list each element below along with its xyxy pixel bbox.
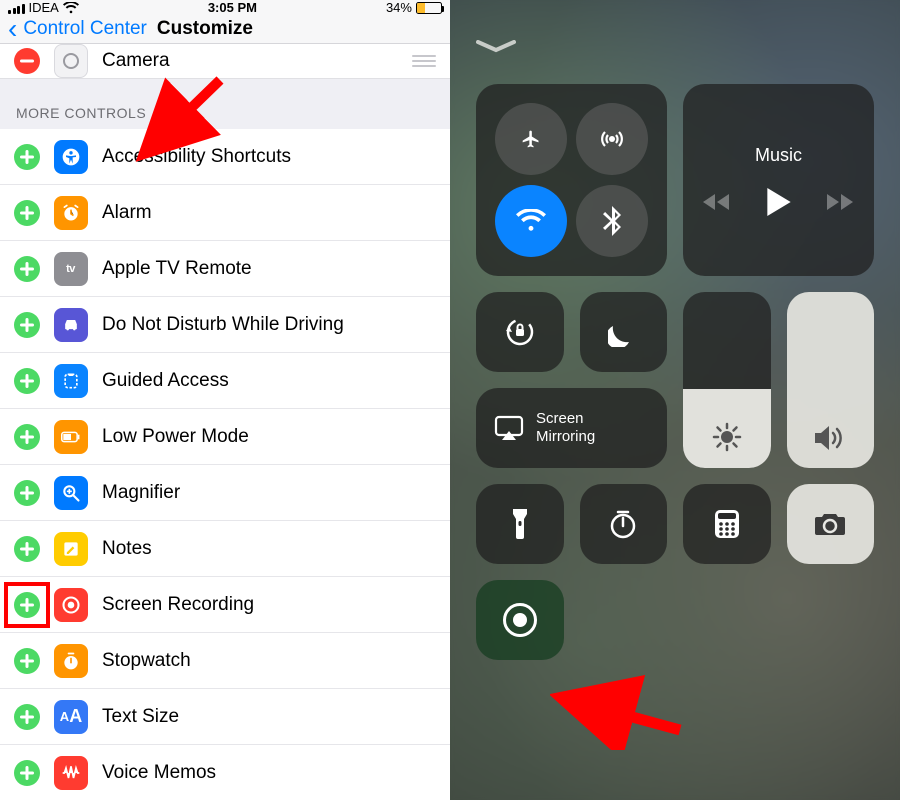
add-button[interactable] bbox=[14, 648, 40, 674]
add-button[interactable] bbox=[14, 200, 40, 226]
add-button[interactable] bbox=[14, 256, 40, 282]
more-control-row: Accessibility Shortcuts bbox=[0, 129, 450, 185]
music-label: Music bbox=[755, 145, 802, 166]
wifi-icon bbox=[63, 2, 79, 14]
play-icon[interactable] bbox=[767, 188, 791, 216]
more-control-row: Do Not Disturb While Driving bbox=[0, 297, 450, 353]
cellular-data-button[interactable] bbox=[576, 103, 648, 175]
more-controls-list: Accessibility Shortcuts Alarm 🣿tv Apple TV … bbox=[0, 129, 450, 800]
lowpower-icon bbox=[54, 420, 88, 454]
back-button[interactable]: Control Center bbox=[23, 18, 147, 40]
guided-icon bbox=[54, 364, 88, 398]
add-button[interactable] bbox=[14, 592, 40, 618]
voice-icon bbox=[54, 756, 88, 790]
control-label: Low Power Mode bbox=[102, 426, 436, 448]
bluetooth-button[interactable] bbox=[576, 185, 648, 257]
drag-handle-icon[interactable] bbox=[412, 55, 436, 67]
control-label: Magnifier bbox=[102, 482, 436, 504]
included-control-row: Camera bbox=[0, 44, 450, 79]
add-button[interactable] bbox=[14, 368, 40, 394]
add-button[interactable] bbox=[14, 760, 40, 786]
stopwatch-icon bbox=[54, 644, 88, 678]
flashlight-button[interactable] bbox=[476, 484, 564, 564]
more-control-row: Voice Memos bbox=[0, 745, 450, 800]
airplay-icon bbox=[494, 415, 524, 441]
control-label: Apple TV Remote bbox=[102, 258, 436, 280]
magnifier-icon bbox=[54, 476, 88, 510]
back-chevron-icon[interactable]: ‹ bbox=[8, 15, 17, 43]
more-control-row: Stopwatch bbox=[0, 633, 450, 689]
more-control-row: 🣿tv Apple TV Remote bbox=[0, 241, 450, 297]
add-button[interactable] bbox=[14, 424, 40, 450]
more-control-row: Guided Access bbox=[0, 353, 450, 409]
more-control-row: Notes bbox=[0, 521, 450, 577]
wifi-button[interactable] bbox=[495, 185, 567, 257]
connectivity-tile bbox=[476, 84, 667, 276]
calculator-button[interactable] bbox=[683, 484, 771, 564]
add-button[interactable] bbox=[14, 704, 40, 730]
add-button[interactable] bbox=[14, 312, 40, 338]
pull-handle-icon[interactable] bbox=[476, 40, 874, 54]
clock-label: 3:05 PM bbox=[208, 0, 257, 15]
screen-record-button[interactable] bbox=[476, 580, 564, 660]
camera-icon bbox=[54, 44, 88, 78]
notes-icon bbox=[54, 532, 88, 566]
settings-customize-screen: IDEA 3:05 PM 34% ‹ Control Center Custom… bbox=[0, 0, 450, 800]
orientation-lock-button[interactable] bbox=[476, 292, 564, 372]
accessibility-icon bbox=[54, 140, 88, 174]
carrier-label: IDEA bbox=[29, 0, 59, 15]
control-label: Screen Recording bbox=[102, 594, 436, 616]
control-label: Guided Access bbox=[102, 370, 436, 392]
page-title: Customize bbox=[157, 18, 253, 40]
airplane-mode-button[interactable] bbox=[495, 103, 567, 175]
control-label: Stopwatch bbox=[102, 650, 436, 672]
annotation-arrow-icon bbox=[550, 670, 700, 750]
control-label: Alarm bbox=[102, 202, 436, 224]
camera-button[interactable] bbox=[787, 484, 875, 564]
record-icon bbox=[503, 603, 537, 637]
more-control-row: Screen Recording bbox=[0, 577, 450, 633]
alarm-icon bbox=[54, 196, 88, 230]
nav-bar: ‹ Control Center Customize bbox=[0, 15, 450, 44]
music-controls bbox=[703, 188, 855, 216]
prev-track-icon[interactable] bbox=[703, 192, 731, 212]
add-button[interactable] bbox=[14, 144, 40, 170]
more-controls-header: MORE CONTROLS bbox=[0, 79, 450, 129]
remove-button[interactable] bbox=[14, 48, 40, 74]
do-not-disturb-button[interactable] bbox=[580, 292, 668, 372]
brightness-icon bbox=[712, 422, 742, 452]
appletv-icon: 🣿tv bbox=[54, 252, 88, 286]
status-right: 34% bbox=[386, 0, 442, 15]
volume-slider[interactable] bbox=[787, 292, 875, 468]
control-center-screen: Music bbox=[450, 0, 900, 800]
textsize-icon: AA bbox=[54, 700, 88, 734]
add-button[interactable] bbox=[14, 480, 40, 506]
control-center-grid: Music bbox=[476, 84, 874, 660]
next-track-icon[interactable] bbox=[827, 192, 855, 212]
car-icon bbox=[54, 308, 88, 342]
status-bar: IDEA 3:05 PM 34% bbox=[0, 0, 450, 15]
control-label: Accessibility Shortcuts bbox=[102, 146, 436, 168]
cellular-signal-icon bbox=[8, 2, 25, 14]
control-label: Do Not Disturb While Driving bbox=[102, 314, 436, 336]
record-icon bbox=[54, 588, 88, 622]
music-tile[interactable]: Music bbox=[683, 84, 874, 276]
control-label: Notes bbox=[102, 538, 436, 560]
more-control-row: Magnifier bbox=[0, 465, 450, 521]
control-label: Voice Memos bbox=[102, 762, 436, 784]
status-left: IDEA bbox=[8, 0, 79, 15]
battery-pct-label: 34% bbox=[386, 0, 412, 15]
screen-mirroring-label: Screen Mirroring bbox=[536, 410, 595, 446]
battery-icon bbox=[416, 2, 442, 14]
control-label: Camera bbox=[102, 50, 398, 72]
more-control-row: Low Power Mode bbox=[0, 409, 450, 465]
add-button[interactable] bbox=[14, 536, 40, 562]
more-control-row: AA Text Size bbox=[0, 689, 450, 745]
timer-button[interactable] bbox=[580, 484, 668, 564]
screen-mirroring-button[interactable]: Screen Mirroring bbox=[476, 388, 667, 468]
control-label: Text Size bbox=[102, 706, 436, 728]
brightness-slider[interactable] bbox=[683, 292, 771, 468]
more-control-row: Alarm bbox=[0, 185, 450, 241]
volume-icon bbox=[813, 424, 847, 452]
